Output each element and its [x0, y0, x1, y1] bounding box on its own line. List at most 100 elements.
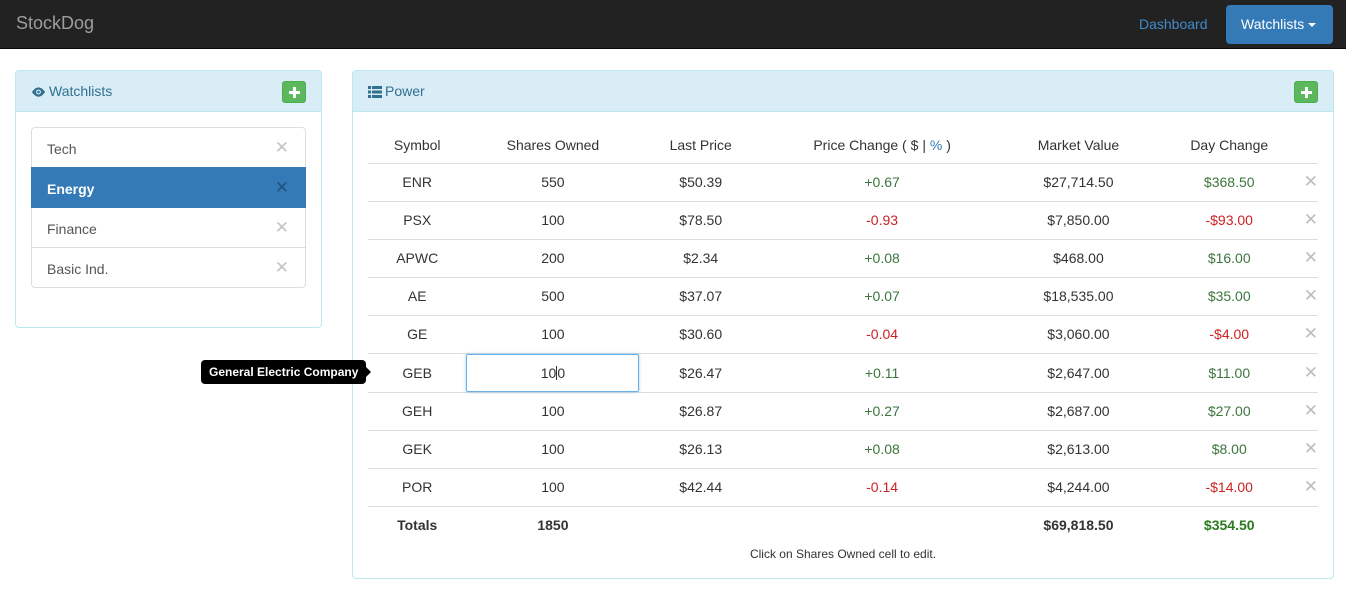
column-header-shares[interactable]: Shares Owned	[466, 127, 640, 164]
price-change-dollar-toggle[interactable]: $	[911, 137, 919, 153]
nav-dashboard-link[interactable]: Dashboard	[1139, 16, 1208, 32]
list-icon	[368, 86, 382, 98]
shares-cell[interactable]: 100	[466, 200, 640, 239]
add-stock-button[interactable]	[1294, 81, 1318, 103]
symbol-cell[interactable]: ENR	[368, 162, 467, 201]
symbol-cell[interactable]: GEH	[368, 391, 467, 430]
watchlists-panel: Watchlists Tech ✕ Energy ✕ Finance ✕ Bas…	[15, 70, 322, 328]
market-value-cell: $7,850.00	[1002, 200, 1155, 239]
table-row: AE 500 $37.07 +0.07 $18,535.00 $35.00 ✕	[368, 276, 1318, 315]
last-price-cell: $30.60	[639, 314, 762, 353]
price-change-cell: +0.27	[762, 391, 1003, 430]
day-change-cell: $35.00	[1154, 276, 1304, 315]
watchlist-item-tech[interactable]: Tech ✕	[31, 127, 306, 168]
market-value-cell: $27,714.50	[1002, 162, 1155, 201]
shares-cell[interactable]: 100	[466, 314, 640, 353]
symbol-cell[interactable]: AE	[368, 276, 467, 315]
market-value-cell: $18,535.00	[1002, 276, 1155, 315]
edit-hint-text: Click on Shares Owned cell to edit.	[749, 547, 937, 561]
day-change-cell: $8.00	[1154, 429, 1304, 468]
last-price-cell: $26.87	[639, 391, 762, 430]
add-watchlist-button[interactable]	[282, 81, 306, 103]
watchlists-panel-heading: Watchlists	[16, 71, 321, 112]
symbol-tooltip: General Electric Company	[201, 360, 372, 384]
watchlist-item-label: Finance	[47, 221, 97, 237]
shares-cell[interactable]: 500	[466, 276, 640, 315]
day-change-cell: $368.50	[1154, 162, 1304, 201]
table-row: PSX 100 $78.50 -0.93 $7,850.00 -$93.00 ✕	[368, 200, 1318, 239]
day-change-cell: $16.00	[1154, 238, 1304, 277]
symbol-cell[interactable]: APWC	[368, 238, 467, 277]
column-header-actions	[1303, 127, 1318, 164]
column-header-day-change[interactable]: Day Change	[1154, 127, 1304, 164]
symbol-cell[interactable]: PSX	[368, 200, 467, 239]
symbol-cell[interactable]: POR	[368, 467, 467, 506]
column-header-market-value[interactable]: Market Value	[1002, 127, 1155, 164]
close-icon[interactable]: ✕	[275, 259, 289, 276]
close-icon[interactable]: ✕	[1303, 314, 1318, 353]
stocks-panel-heading: Power	[353, 71, 1333, 112]
watchlists-dropdown-label: Watchlists	[1241, 16, 1305, 32]
caret-down-icon	[1308, 23, 1317, 28]
column-header-price-change: Price Change ( $ | % )	[762, 127, 1003, 164]
close-icon[interactable]: ✕	[1303, 391, 1318, 430]
close-icon[interactable]: ✕	[1303, 200, 1318, 239]
close-icon[interactable]: ✕	[275, 179, 289, 196]
last-price-cell: $26.13	[639, 429, 762, 468]
table-row: GEB 100 $26.47 +0.11 $2,647.00 $11.00 ✕	[368, 352, 1318, 392]
close-icon[interactable]: ✕	[1303, 162, 1318, 201]
close-icon[interactable]: ✕	[1303, 238, 1318, 277]
close-icon[interactable]: ✕	[275, 219, 289, 236]
watchlist-item-finance[interactable]: Finance ✕	[31, 207, 306, 248]
watchlists-panel-title-text: Watchlists	[49, 83, 113, 99]
shares-edit-input[interactable]: 100	[466, 353, 640, 392]
price-change-cell: +0.11	[762, 352, 1003, 392]
last-price-cell: $50.39	[639, 162, 762, 201]
brand-logo[interactable]: StockDog	[16, 13, 94, 34]
market-value-cell: $468.00	[1002, 238, 1155, 277]
symbol-cell[interactable]: GEK	[368, 429, 467, 468]
shares-cell[interactable]: 550	[466, 162, 640, 201]
price-change-cell: -0.04	[762, 314, 1003, 353]
price-change-percent-toggle[interactable]: %	[930, 137, 942, 153]
last-price-cell: $26.47	[639, 352, 762, 392]
shares-edit-text-before-cursor: 10	[540, 364, 557, 381]
table-row: POR 100 $42.44 -0.14 $4,244.00 -$14.00 ✕	[368, 467, 1318, 506]
shares-cell[interactable]: 200	[466, 238, 640, 277]
close-icon[interactable]: ✕	[1303, 429, 1318, 468]
close-icon[interactable]: ✕	[275, 139, 289, 156]
market-value-cell: $4,244.00	[1002, 467, 1155, 506]
stocks-table: Symbol Shares Owned Last Price Price Cha…	[368, 127, 1318, 544]
symbol-cell[interactable]: GE	[368, 314, 467, 353]
shares-cell[interactable]: 100	[466, 391, 640, 430]
table-row: APWC 200 $2.34 +0.08 $468.00 $16.00 ✕	[368, 238, 1318, 277]
last-price-cell: $78.50	[639, 200, 762, 239]
totals-label: Totals	[368, 505, 467, 544]
watchlist-item-label: Basic Ind.	[47, 261, 109, 277]
price-change-cell: +0.08	[762, 429, 1003, 468]
price-change-cell: -0.93	[762, 200, 1003, 239]
day-change-cell: -$4.00	[1154, 314, 1304, 353]
column-header-symbol[interactable]: Symbol	[368, 127, 467, 164]
watchlist-item-basic-ind[interactable]: Basic Ind. ✕	[31, 247, 306, 288]
market-value-cell: $2,647.00	[1002, 352, 1155, 392]
shares-cell-editing: 100	[466, 352, 640, 392]
table-row: GE 100 $30.60 -0.04 $3,060.00 -$4.00 ✕	[368, 314, 1318, 353]
shares-cell[interactable]: 100	[466, 429, 640, 468]
table-row: ENR 550 $50.39 +0.67 $27,714.50 $368.50 …	[368, 162, 1318, 201]
price-change-cell: +0.08	[762, 238, 1003, 277]
close-icon[interactable]: ✕	[1303, 276, 1318, 315]
watchlists-dropdown-button[interactable]: Watchlists	[1226, 5, 1333, 44]
column-header-last-price[interactable]: Last Price	[639, 127, 762, 164]
close-icon[interactable]: ✕	[1303, 352, 1318, 392]
day-change-cell: $11.00	[1154, 352, 1304, 392]
symbol-cell[interactable]: GEB	[368, 352, 467, 392]
close-icon[interactable]: ✕	[1303, 467, 1318, 506]
shares-cell[interactable]: 100	[466, 467, 640, 506]
market-value-cell: $3,060.00	[1002, 314, 1155, 353]
shares-edit-text-after-cursor: 0	[557, 364, 566, 381]
watchlist-item-energy[interactable]: Energy ✕	[31, 167, 306, 208]
table-row: GEH 100 $26.87 +0.27 $2,687.00 $27.00 ✕	[368, 391, 1318, 430]
table-row: GEK 100 $26.13 +0.08 $2,613.00 $8.00 ✕	[368, 429, 1318, 468]
market-value-cell: $2,687.00	[1002, 391, 1155, 430]
